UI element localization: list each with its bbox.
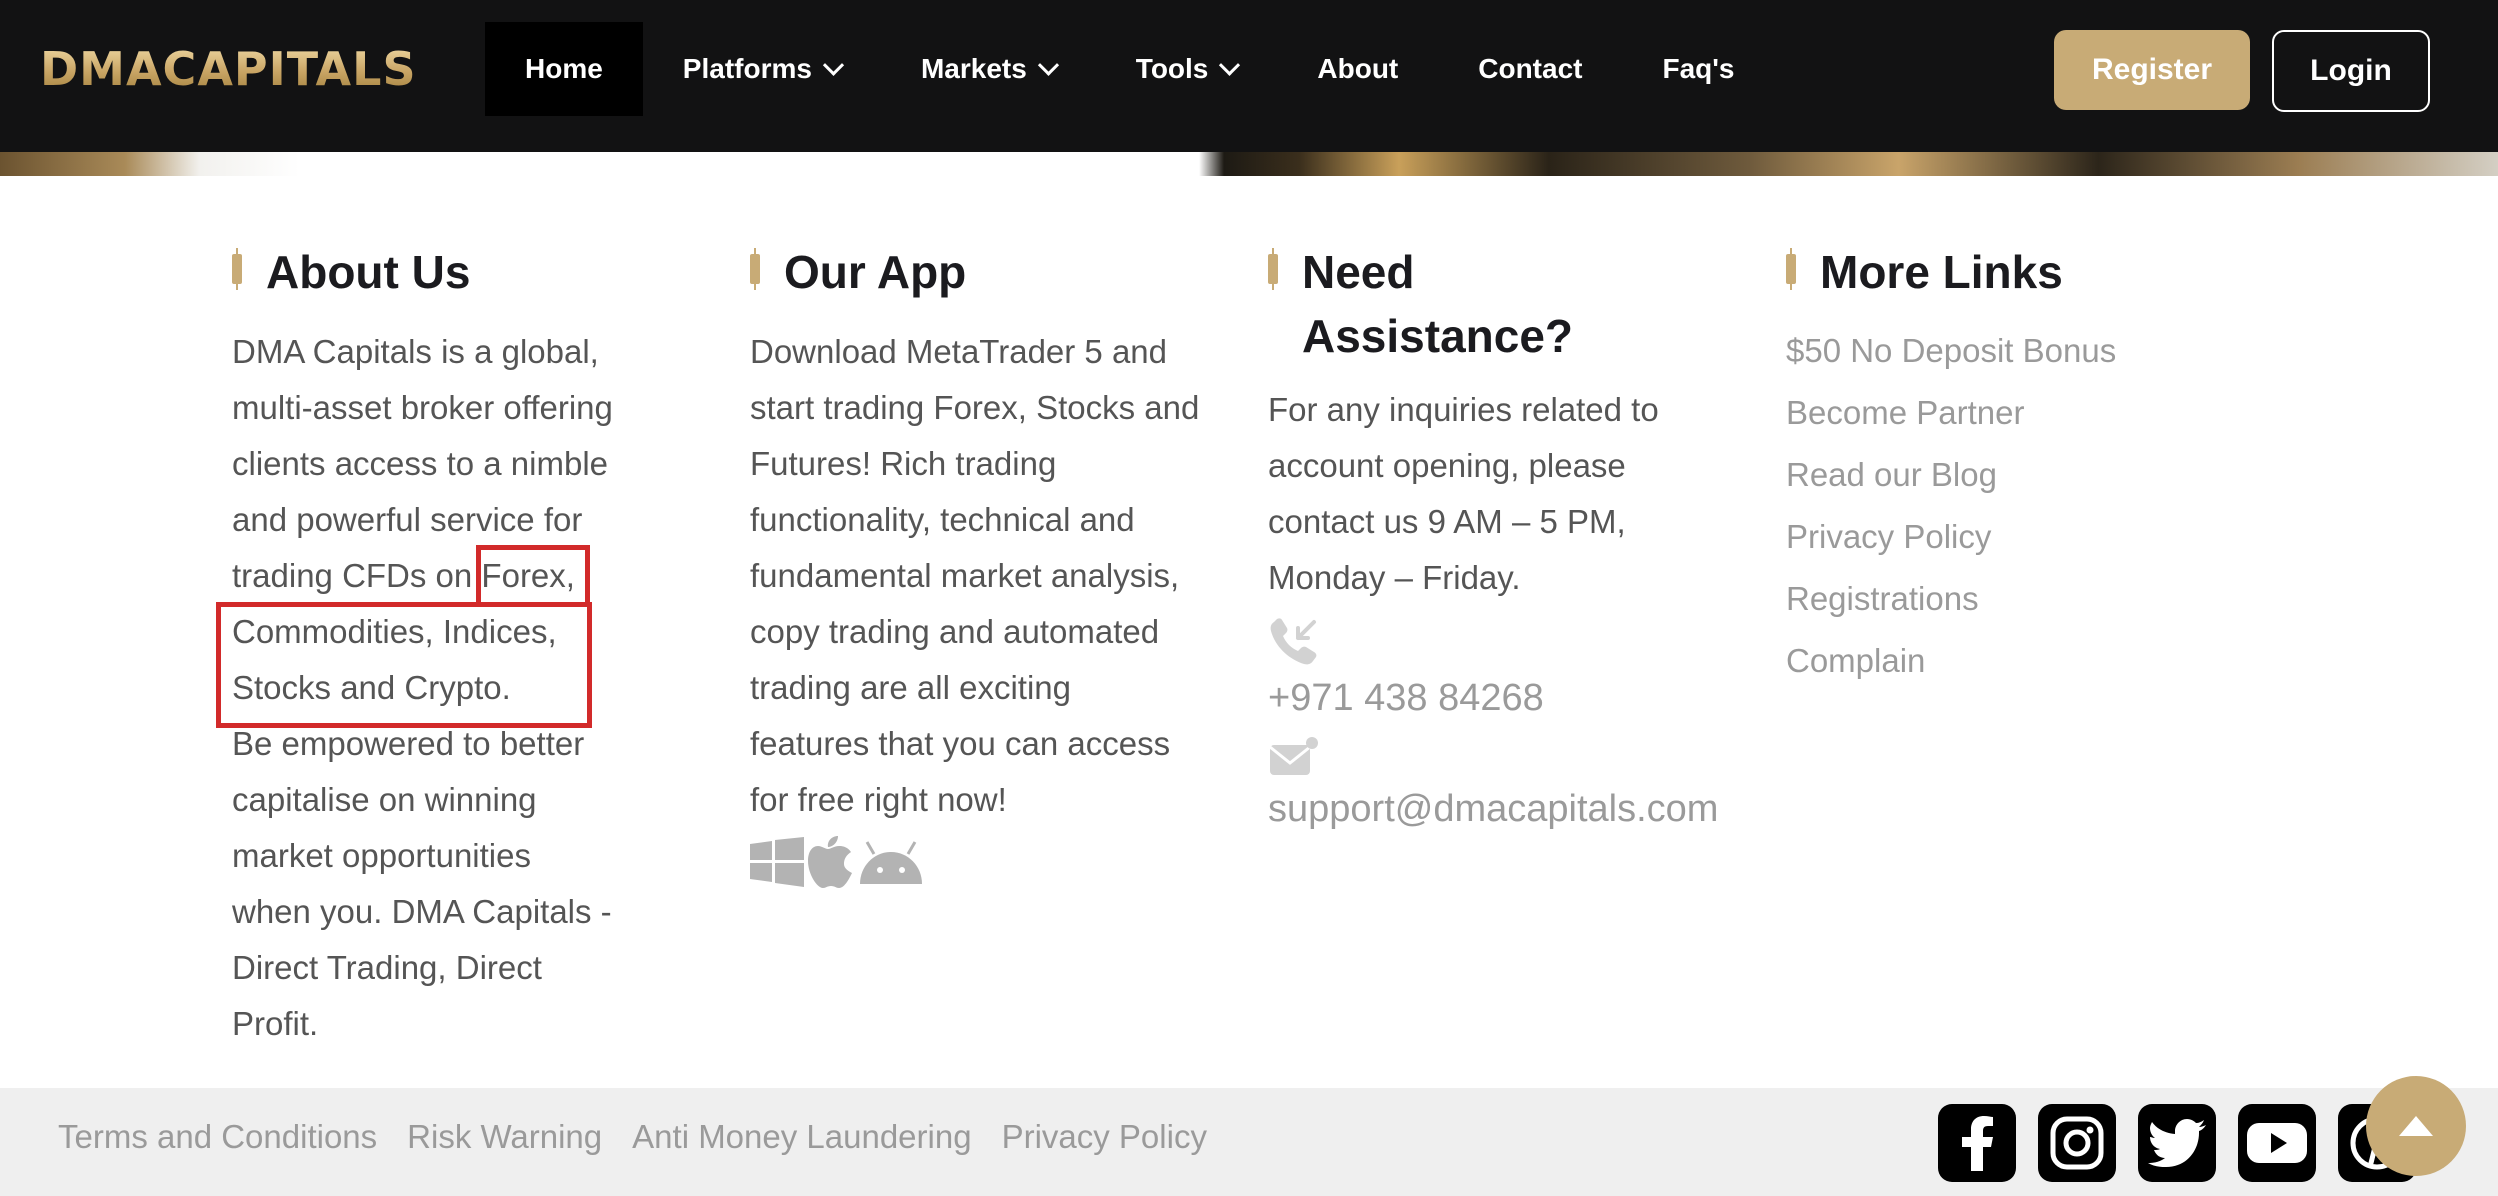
nav-about-label: About — [1317, 53, 1399, 84]
windows-icon[interactable] — [750, 837, 804, 887]
link-risk-warning[interactable]: Risk Warning — [407, 1118, 602, 1156]
more-links-title-text: More Links — [1820, 246, 2063, 298]
our-app-text: Download MetaTrader 5 and start trading … — [750, 324, 1220, 828]
about-us-title-text: About Us — [266, 246, 471, 298]
candlestick-icon — [1786, 248, 1796, 290]
about-line: when you. DMA Capitals - — [232, 893, 612, 930]
assist-line: For any inquiries related to — [1268, 391, 1659, 428]
app-line: fundamental market analysis, — [750, 557, 1180, 594]
nav-markets[interactable]: Markets — [881, 22, 1096, 116]
nav-markets-label: Markets — [920, 53, 1027, 84]
our-app-column: Our App Download MetaTrader 5 and start … — [750, 240, 1220, 888]
chevron-down-icon — [1219, 54, 1241, 76]
scroll-to-top-button[interactable] — [2366, 1076, 2466, 1176]
nav-faqs-label: Faq's — [1662, 53, 1735, 84]
about-line: trading CFDs on Forex, — [232, 557, 575, 594]
phone-number[interactable]: +971 438 84268 — [1268, 673, 1738, 723]
about-us-title: About Us — [232, 240, 662, 304]
link-become-partner[interactable]: Become Partner — [1786, 382, 2256, 444]
assist-line: account opening, please — [1268, 447, 1626, 484]
app-line: trading are all exciting — [750, 669, 1072, 706]
need-assistance-title-line2: Assistance? — [1302, 310, 1574, 362]
nav-platforms-label: Platforms — [682, 53, 812, 84]
app-line: features that you can access — [750, 725, 1171, 762]
site-header: DMACAPITALS Home Platforms Markets Tools… — [0, 0, 2498, 152]
our-app-title: Our App — [750, 240, 1220, 304]
need-assistance-text: For any inquiries related to account ope… — [1268, 382, 1738, 606]
nav-platforms[interactable]: Platforms — [643, 22, 881, 116]
link-read-our-blog[interactable]: Read our Blog — [1786, 444, 2256, 506]
need-assistance-title: Need Assistance? — [1268, 240, 1738, 368]
login-button[interactable]: Login — [2272, 30, 2430, 112]
youtube-icon[interactable] — [2238, 1104, 2316, 1182]
need-assistance-title-line1: Need — [1302, 246, 1415, 298]
link-complain[interactable]: Complain — [1786, 630, 2256, 692]
phone-icon — [1270, 618, 1317, 665]
link-registrations[interactable]: Registrations — [1786, 568, 2256, 630]
link-privacy-policy[interactable]: Privacy Policy — [1786, 506, 2256, 568]
our-app-title-text: Our App — [784, 246, 967, 298]
chevron-down-icon — [1037, 54, 1059, 76]
legal-links: Terms and Conditions Risk Warning Anti M… — [58, 1118, 1207, 1156]
apple-icon[interactable] — [808, 836, 852, 888]
chevron-down-icon — [822, 54, 845, 76]
candlestick-icon — [232, 248, 242, 290]
nav-contact[interactable]: Contact — [1438, 22, 1622, 116]
assist-line: contact us 9 AM – 5 PM, — [1268, 503, 1626, 540]
about-line: multi-asset broker offering — [232, 389, 613, 426]
about-line: capitalise on winning — [232, 781, 537, 818]
app-line: copy trading and automated — [750, 613, 1160, 650]
link-privacy-policy-bottom[interactable]: Privacy Policy — [1002, 1118, 1207, 1156]
about-line: Profit. — [232, 1005, 319, 1042]
platform-icons — [750, 836, 1220, 888]
logo[interactable]: DMACAPITALS — [40, 44, 417, 94]
envelope-icon — [1269, 737, 1318, 775]
link-no-deposit-bonus[interactable]: $50 No Deposit Bonus — [1786, 320, 2256, 382]
annotation-highlight-box — [216, 602, 592, 728]
app-line: functionality, technical and — [750, 501, 1135, 538]
candlestick-icon — [750, 248, 760, 290]
about-line: market opportunities — [232, 837, 531, 874]
assist-line: Monday – Friday. — [1268, 559, 1521, 596]
main-nav: Home Platforms Markets Tools About Conta… — [485, 22, 1775, 116]
link-anti-money-laundering[interactable]: Anti Money Laundering — [632, 1118, 971, 1156]
register-button[interactable]: Register — [2054, 30, 2250, 110]
android-icon[interactable] — [856, 840, 926, 884]
about-line: Direct Trading, Direct — [232, 949, 542, 986]
app-line: start trading Forex, Stocks and — [750, 389, 1200, 426]
more-links-list: $50 No Deposit Bonus Become Partner Read… — [1786, 320, 2256, 692]
candlestick-icon — [1268, 248, 1278, 290]
app-line: Download MetaTrader 5 and — [750, 333, 1168, 370]
link-terms-and-conditions[interactable]: Terms and Conditions — [58, 1118, 377, 1156]
email-row: support@dmacapitals.com — [1268, 735, 1738, 834]
twitter-icon[interactable] — [2138, 1104, 2216, 1182]
annotation-highlight-box — [476, 545, 590, 607]
app-line: Futures! Rich trading — [750, 445, 1057, 482]
more-links-column: More Links $50 No Deposit Bonus Become P… — [1786, 240, 2256, 692]
about-line: DMA Capitals is a global, — [232, 333, 599, 370]
nav-home-label: Home — [525, 53, 603, 84]
nav-about[interactable]: About — [1277, 22, 1438, 116]
phone-row: +971 438 84268 — [1268, 618, 1738, 723]
email-address[interactable]: support@dmacapitals.com — [1268, 784, 1738, 834]
nav-home[interactable]: Home — [485, 22, 643, 116]
facebook-icon[interactable] — [1938, 1104, 2016, 1182]
need-assistance-column: Need Assistance? For any inquiries relat… — [1268, 240, 1738, 834]
about-line: and powerful service for — [232, 501, 583, 538]
app-line: for free right now! — [750, 781, 1007, 818]
caret-up-icon — [2399, 1116, 2433, 1136]
hero-image-strip — [0, 152, 2498, 176]
instagram-icon[interactable] — [2038, 1104, 2116, 1182]
nav-tools-label: Tools — [1135, 53, 1209, 84]
nav-contact-label: Contact — [1478, 53, 1583, 84]
about-line: clients access to a nimble — [232, 445, 609, 482]
nav-faqs[interactable]: Faq's — [1622, 22, 1774, 116]
nav-tools[interactable]: Tools — [1096, 22, 1278, 116]
social-links — [1938, 1104, 2416, 1182]
more-links-title: More Links — [1786, 240, 2256, 304]
